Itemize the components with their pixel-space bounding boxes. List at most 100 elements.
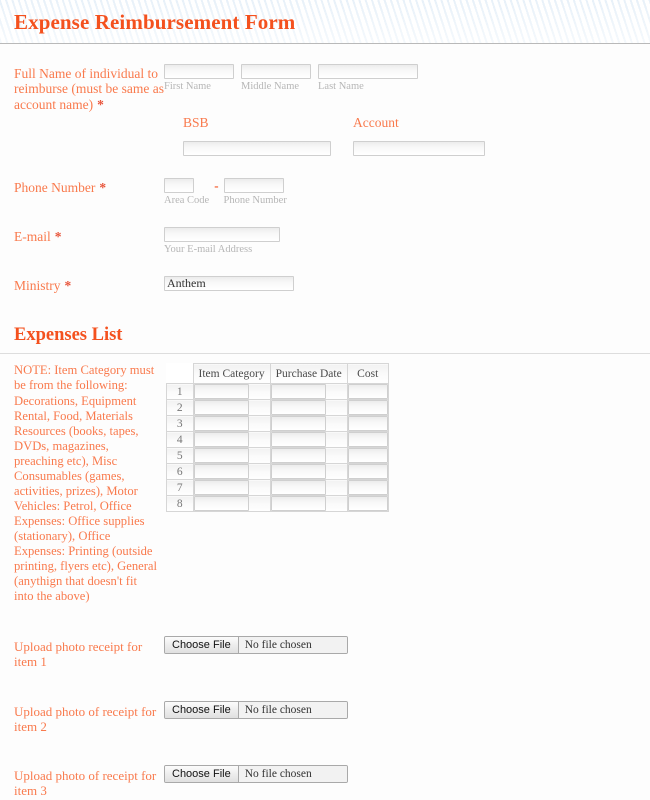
middle-name-sublabel: Middle Name	[241, 81, 300, 92]
table-row: 3	[166, 415, 389, 433]
cell-cost	[346, 383, 389, 401]
cell-cost	[346, 415, 389, 433]
email-label: E-mail *	[14, 227, 164, 244]
purchase-date-input-1[interactable]	[270, 384, 326, 400]
email-required-marker: *	[54, 229, 62, 244]
table-row: 6	[166, 463, 389, 481]
row-number: 7	[166, 479, 194, 497]
email-sublabel: Your E-mail Address	[164, 244, 253, 255]
phone-label-text: Phone Number	[14, 180, 96, 195]
table-row: 1	[166, 383, 389, 401]
file-input-1[interactable]: Choose File No file chosen	[164, 636, 348, 655]
item-category-input-2[interactable]	[193, 400, 249, 416]
choose-file-button-3[interactable]: Choose File	[165, 765, 239, 782]
first-name-input[interactable]	[164, 64, 234, 79]
phone-number-group: Phone Number	[223, 178, 287, 207]
last-name-input[interactable]	[318, 64, 418, 79]
row-number: 2	[166, 399, 194, 417]
ministry-label-text: Ministry	[14, 278, 61, 293]
form-header: Expense Reimbursement Form	[0, 0, 650, 44]
upload-label-3: Upload photo of receipt for item 3	[14, 767, 157, 799]
area-code-group: Area Code	[164, 178, 209, 207]
file-input-3[interactable]: Choose File No file chosen	[164, 764, 348, 783]
purchase-date-input-3[interactable]	[270, 416, 326, 432]
phone-number-input[interactable]	[223, 178, 284, 193]
expenses-section-header: Expenses List	[0, 314, 650, 355]
phone-row: Phone Number * Area Code - Phone Number	[0, 178, 650, 207]
cost-input-5[interactable]	[347, 448, 388, 464]
cost-input-6[interactable]	[347, 464, 388, 480]
account-label: Account	[353, 115, 399, 130]
cell-cost	[346, 447, 389, 465]
table-row: 7	[166, 479, 389, 497]
account-group: Account	[353, 115, 485, 156]
purchase-date-input-2[interactable]	[270, 400, 326, 416]
expense-reimbursement-form-page: Expense Reimbursement Form Full Name of …	[0, 0, 650, 800]
row-number: 1	[166, 383, 194, 401]
purchase-date-input-7[interactable]	[270, 480, 326, 496]
expenses-section-title: Expenses List	[14, 325, 123, 346]
upload-label-1: Upload photo receipt for item 1	[14, 639, 143, 670]
item-category-input-7[interactable]	[193, 480, 249, 496]
area-code-sublabel: Area Code	[164, 195, 210, 206]
full-name-fields: First Name Middle Name Last Name BSB Acc…	[164, 64, 650, 156]
account-input[interactable]	[353, 141, 485, 156]
item-category-input-5[interactable]	[193, 448, 249, 464]
ministry-input[interactable]	[164, 276, 294, 291]
cell-cost	[346, 495, 389, 513]
purchase-date-input-5[interactable]	[270, 448, 326, 464]
expenses-note: NOTE: Item Category must be from the fol…	[14, 363, 158, 604]
middle-name-group: Middle Name	[241, 64, 311, 93]
bsb-group: BSB	[183, 115, 331, 156]
area-code-input[interactable]	[164, 178, 194, 193]
item-category-input-1[interactable]	[193, 384, 249, 400]
file-status-1: No file chosen	[238, 637, 347, 654]
purchase-date-input-8[interactable]	[270, 496, 326, 512]
email-input[interactable]	[164, 227, 280, 242]
column-header-purchase-date: Purchase Date	[269, 363, 348, 385]
cost-input-4[interactable]	[347, 432, 388, 448]
middle-name-input[interactable]	[241, 64, 311, 79]
item-category-input-6[interactable]	[193, 464, 249, 480]
full-name-label-text: Full Name of individual to reimburse (mu…	[14, 66, 164, 112]
cell-purchase-date	[269, 415, 348, 433]
cost-input-1[interactable]	[347, 384, 388, 400]
purchase-date-input-6[interactable]	[270, 464, 326, 480]
cell-item-category	[192, 463, 271, 481]
choose-file-button-1[interactable]: Choose File	[165, 637, 239, 654]
table-corner-cell	[166, 363, 194, 385]
cell-cost	[346, 479, 389, 497]
phone-separator: -	[214, 178, 219, 193]
email-row: E-mail * Your E-mail Address	[0, 227, 650, 256]
full-name-required-marker: *	[97, 96, 104, 112]
cell-purchase-date	[269, 495, 348, 513]
row-number: 5	[166, 447, 194, 465]
ministry-row: Ministry *	[0, 276, 650, 293]
full-name-row: Full Name of individual to reimburse (mu…	[0, 64, 650, 156]
phone-number-sublabel: Phone Number	[223, 195, 287, 206]
cost-input-3[interactable]	[347, 416, 388, 432]
row-number: 8	[166, 495, 194, 513]
last-name-group: Last Name	[318, 64, 418, 93]
ministry-label: Ministry *	[14, 276, 164, 293]
choose-file-button-2[interactable]: Choose File	[165, 701, 239, 718]
cell-cost	[346, 431, 389, 449]
cost-input-7[interactable]	[347, 480, 388, 496]
cost-input-2[interactable]	[347, 400, 388, 416]
expenses-table: Item Category Purchase Date Cost 1 2 3 4…	[166, 363, 389, 513]
item-category-input-3[interactable]	[193, 416, 249, 432]
phone-required-marker: *	[99, 180, 107, 195]
item-category-input-8[interactable]	[193, 496, 249, 512]
cell-purchase-date	[269, 463, 348, 481]
file-input-2[interactable]: Choose File No file chosen	[164, 700, 348, 719]
cell-cost	[346, 399, 389, 417]
expenses-table-wrap: Item Category Purchase Date Cost 1 2 3 4…	[164, 363, 389, 513]
cell-item-category	[192, 495, 271, 513]
item-category-input-4[interactable]	[193, 432, 249, 448]
bsb-input[interactable]	[183, 141, 331, 156]
upload-row-2: Upload photo of receipt for item 2 Choos…	[0, 700, 650, 734]
phone-label: Phone Number *	[14, 178, 164, 195]
expenses-table-body: 1 2 3 4 5 6 7 8	[166, 383, 389, 513]
purchase-date-input-4[interactable]	[270, 432, 326, 448]
cost-input-8[interactable]	[347, 496, 388, 512]
